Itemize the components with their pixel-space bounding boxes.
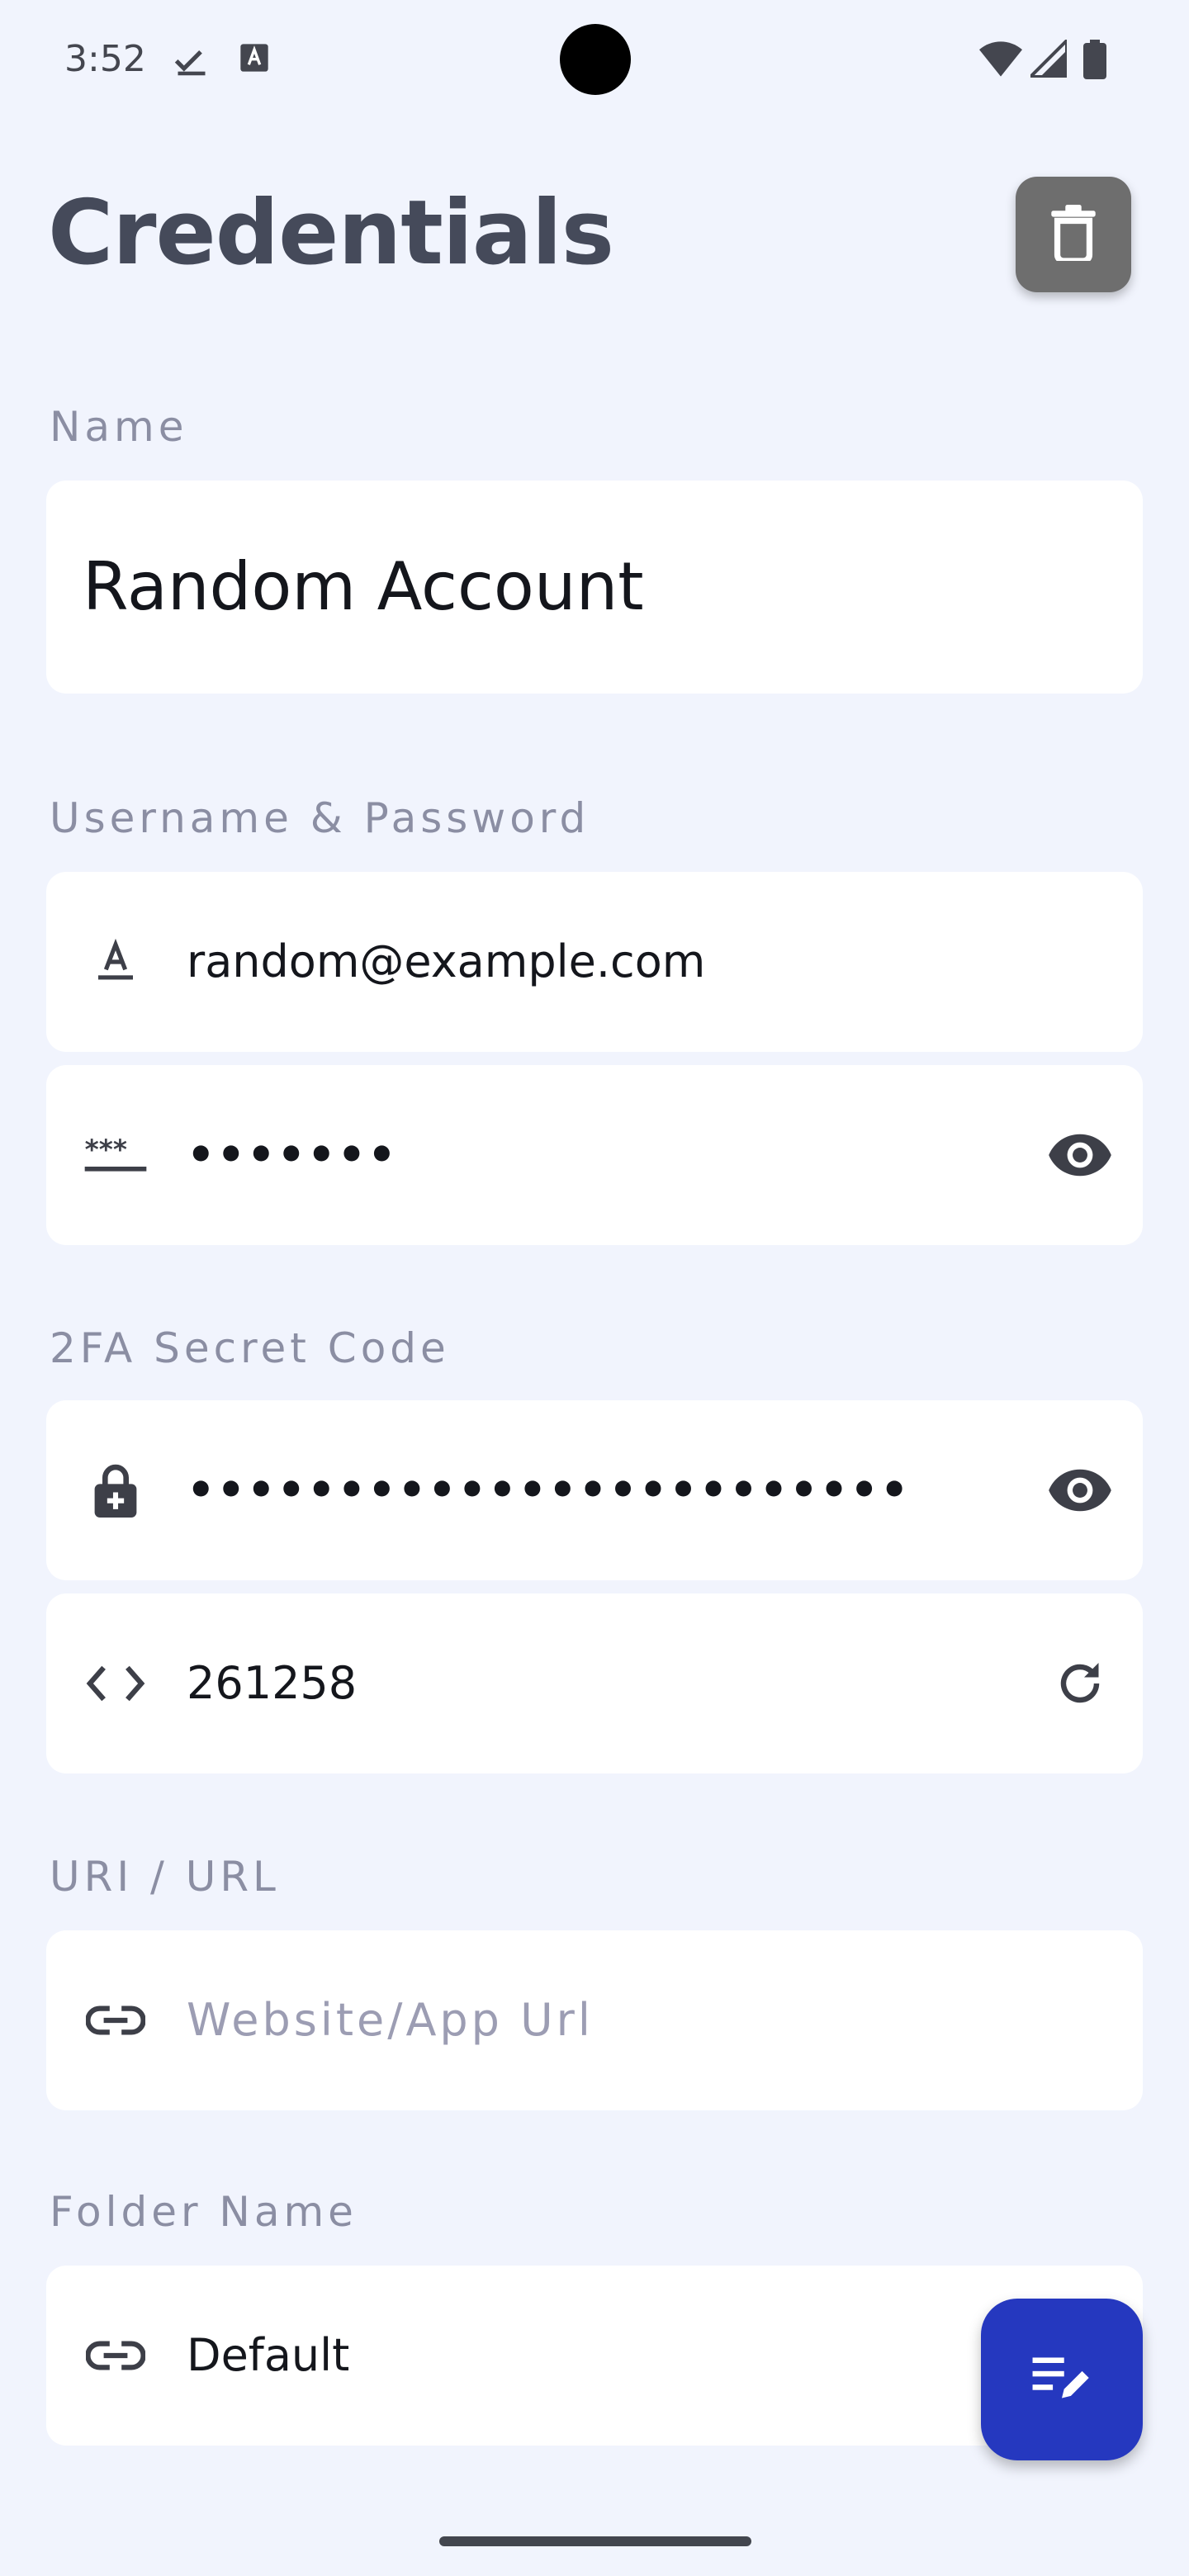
two-fa-secret-field[interactable]: •••••••••••••••••••••••• bbox=[46, 1400, 1143, 1580]
page-title: Credentials bbox=[48, 182, 614, 285]
eye-icon[interactable] bbox=[1047, 1457, 1113, 1523]
download-done-icon bbox=[173, 41, 210, 82]
edit-notes-icon bbox=[1032, 2353, 1092, 2407]
link-icon bbox=[83, 1987, 149, 2053]
url-section-label: URI / URL bbox=[50, 1853, 280, 1901]
status-bar: 3:52 bbox=[0, 0, 1189, 116]
name-value: Random Account bbox=[83, 548, 644, 625]
keyboard-icon bbox=[238, 41, 271, 78]
url-placeholder: Website/App Url bbox=[187, 1994, 594, 2046]
password-field[interactable]: *** ••••••• bbox=[46, 1065, 1143, 1245]
text-format-icon bbox=[83, 929, 149, 995]
front-camera bbox=[560, 24, 631, 95]
password-icon: *** bbox=[83, 1122, 149, 1188]
wifi-icon bbox=[979, 40, 1022, 82]
eye-icon[interactable] bbox=[1047, 1122, 1113, 1188]
username-field[interactable]: random@example.com bbox=[46, 872, 1143, 1052]
username-value: random@example.com bbox=[187, 935, 706, 987]
folder-field[interactable]: Default bbox=[46, 2266, 1143, 2446]
folder-section-label: Folder Name bbox=[50, 2188, 358, 2236]
two-fa-section-label: 2FA Secret Code bbox=[50, 1324, 450, 1372]
trash-icon bbox=[1049, 204, 1098, 265]
two-fa-code-field[interactable]: 261258 bbox=[46, 1593, 1143, 1773]
credentials-screen: 3:52 Credentials Name Random Account Use… bbox=[0, 0, 1189, 2576]
two-fa-secret-value: •••••••••••••••••••••••• bbox=[187, 1464, 911, 1516]
battery-icon bbox=[1083, 40, 1106, 83]
delete-button[interactable] bbox=[1016, 177, 1131, 292]
folder-value: Default bbox=[187, 2329, 350, 2381]
refresh-icon[interactable] bbox=[1047, 1650, 1113, 1717]
credentials-section-label: Username & Password bbox=[50, 794, 590, 842]
code-icon bbox=[83, 1650, 149, 1717]
home-indicator[interactable] bbox=[439, 2536, 751, 2546]
name-section-label: Name bbox=[50, 403, 188, 451]
edit-fab-button[interactable] bbox=[981, 2299, 1143, 2460]
svg-text:***: *** bbox=[85, 1134, 127, 1166]
lock-add-icon bbox=[83, 1457, 149, 1523]
password-value: ••••••• bbox=[187, 1129, 398, 1181]
link-icon bbox=[83, 2323, 149, 2389]
name-field[interactable]: Random Account bbox=[46, 481, 1143, 694]
two-fa-code-value: 261258 bbox=[187, 1657, 358, 1709]
signal-icon bbox=[1026, 36, 1068, 82]
status-time: 3:52 bbox=[64, 38, 146, 80]
url-field[interactable]: Website/App Url bbox=[46, 1930, 1143, 2110]
